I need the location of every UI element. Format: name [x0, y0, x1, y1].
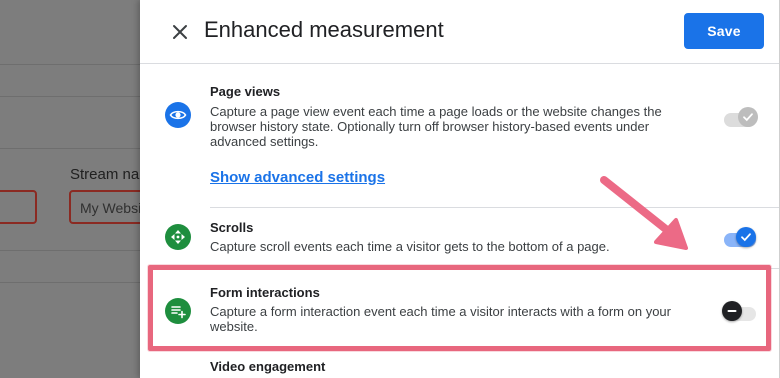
check-icon	[741, 233, 751, 242]
panel-header: Enhanced measurement Save	[140, 0, 779, 64]
save-button[interactable]: Save	[684, 13, 764, 49]
eye-icon	[169, 110, 187, 120]
background-divider	[0, 148, 140, 149]
check-icon	[743, 113, 753, 122]
setting-icon-circle	[165, 224, 191, 250]
panel-title: Enhanced measurement	[204, 17, 444, 42]
setting-description: Capture a page view event each time a pa…	[210, 104, 662, 149]
page-views-toggle[interactable]	[722, 106, 758, 128]
scroll-arrows-icon	[171, 230, 185, 244]
toggle-knob	[736, 227, 756, 247]
stream-name-value: My Websi	[80, 200, 140, 216]
arrow-annotation	[600, 176, 688, 250]
scrolls-toggle[interactable]	[722, 226, 758, 248]
show-advanced-settings-link[interactable]: Show advanced settings	[210, 169, 385, 186]
setting-icon-circle	[165, 102, 191, 128]
setting-title: Page views	[210, 84, 281, 99]
toggle-knob	[738, 107, 758, 127]
stream-name-input: My Websi	[69, 190, 140, 224]
background-divider	[0, 96, 140, 97]
setting-title: Scrolls	[210, 220, 254, 235]
highlight-box	[148, 265, 771, 351]
background-divider	[0, 282, 140, 283]
close-button[interactable]	[168, 20, 192, 44]
background-page: Stream nar My Websi	[0, 0, 140, 378]
stream-name-label: Stream nar	[70, 166, 140, 183]
setting-title: Video engagement	[210, 359, 326, 374]
background-divider	[0, 64, 140, 65]
close-icon	[173, 25, 187, 39]
background-divider	[0, 250, 140, 251]
background-input-field	[0, 190, 37, 224]
